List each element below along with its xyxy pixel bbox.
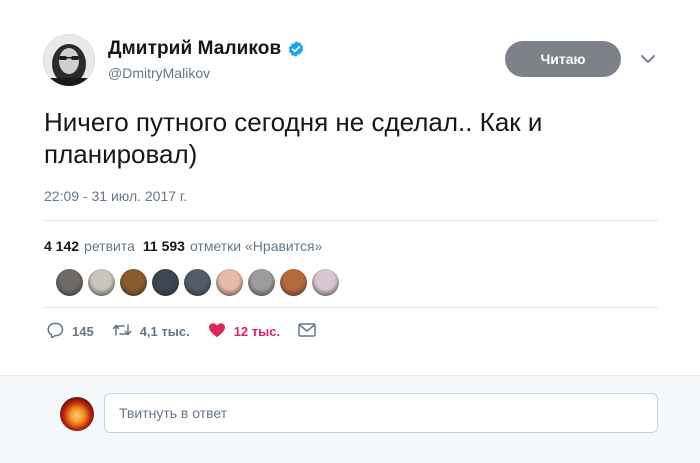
- current-user-avatar[interactable]: [60, 397, 94, 431]
- reply-icon: [46, 322, 64, 341]
- author-avatar[interactable]: [43, 34, 95, 86]
- retweets-count: 4 142: [44, 238, 80, 254]
- liker-avatar[interactable]: [280, 269, 307, 296]
- liker-avatar[interactable]: [216, 269, 243, 296]
- chevron-down-icon[interactable]: [640, 52, 656, 66]
- reply-input[interactable]: [104, 393, 658, 433]
- retweet-count: 4,1 тыс.: [139, 324, 190, 339]
- direct-message-button[interactable]: [298, 323, 316, 340]
- liker-avatar[interactable]: [56, 269, 83, 296]
- author-handle[interactable]: @DmitryMalikov: [108, 65, 210, 81]
- heart-icon: [208, 322, 226, 341]
- author-avatar-image: [43, 34, 95, 86]
- liker-avatar[interactable]: [184, 269, 211, 296]
- reply-count: 145: [72, 324, 94, 339]
- following-button[interactable]: Читаю: [505, 41, 621, 77]
- like-count: 12 тыс.: [233, 324, 281, 339]
- tweet-card: Дмитрий Маликов @DmitryMalikov Читаю Нич…: [0, 0, 700, 375]
- tweet-stats: 4 142 ретвита 11 593 отметки «Нравится»: [44, 238, 322, 254]
- liker-avatar[interactable]: [312, 269, 339, 296]
- verified-badge-icon: [287, 40, 305, 58]
- divider: [44, 307, 658, 308]
- liker-avatar[interactable]: [152, 269, 179, 296]
- like-button[interactable]: 12 тыс.: [208, 322, 280, 341]
- liker-avatar[interactable]: [88, 269, 115, 296]
- retweets-label: ретвита: [84, 238, 135, 254]
- likes-stat[interactable]: 11 593 отметки «Нравится»: [143, 238, 323, 254]
- liker-avatar[interactable]: [248, 269, 275, 296]
- author-name-row: Дмитрий Маликов: [108, 38, 305, 60]
- tweet-timestamp[interactable]: 22:09 - 31 июл. 2017 г.: [44, 188, 187, 204]
- retweets-stat[interactable]: 4 142 ретвита: [44, 238, 135, 254]
- divider: [44, 220, 658, 221]
- tweet-text: Ничего путного сегодня не сделал.. Как и…: [44, 107, 543, 169]
- envelope-icon: [298, 323, 316, 340]
- reply-button[interactable]: 145: [46, 322, 94, 341]
- liker-avatar[interactable]: [120, 269, 147, 296]
- likes-label: отметки «Нравится»: [189, 238, 323, 254]
- author-name[interactable]: Дмитрий Маликов: [108, 38, 281, 60]
- tweet-actions: 145 4,1 тыс. 12 тыс.: [46, 322, 334, 341]
- reply-bar: [0, 375, 700, 463]
- likes-count: 11 593: [142, 238, 185, 254]
- liker-avatars: [56, 269, 339, 296]
- retweet-icon: [112, 322, 132, 341]
- retweet-button[interactable]: 4,1 тыс.: [112, 322, 190, 341]
